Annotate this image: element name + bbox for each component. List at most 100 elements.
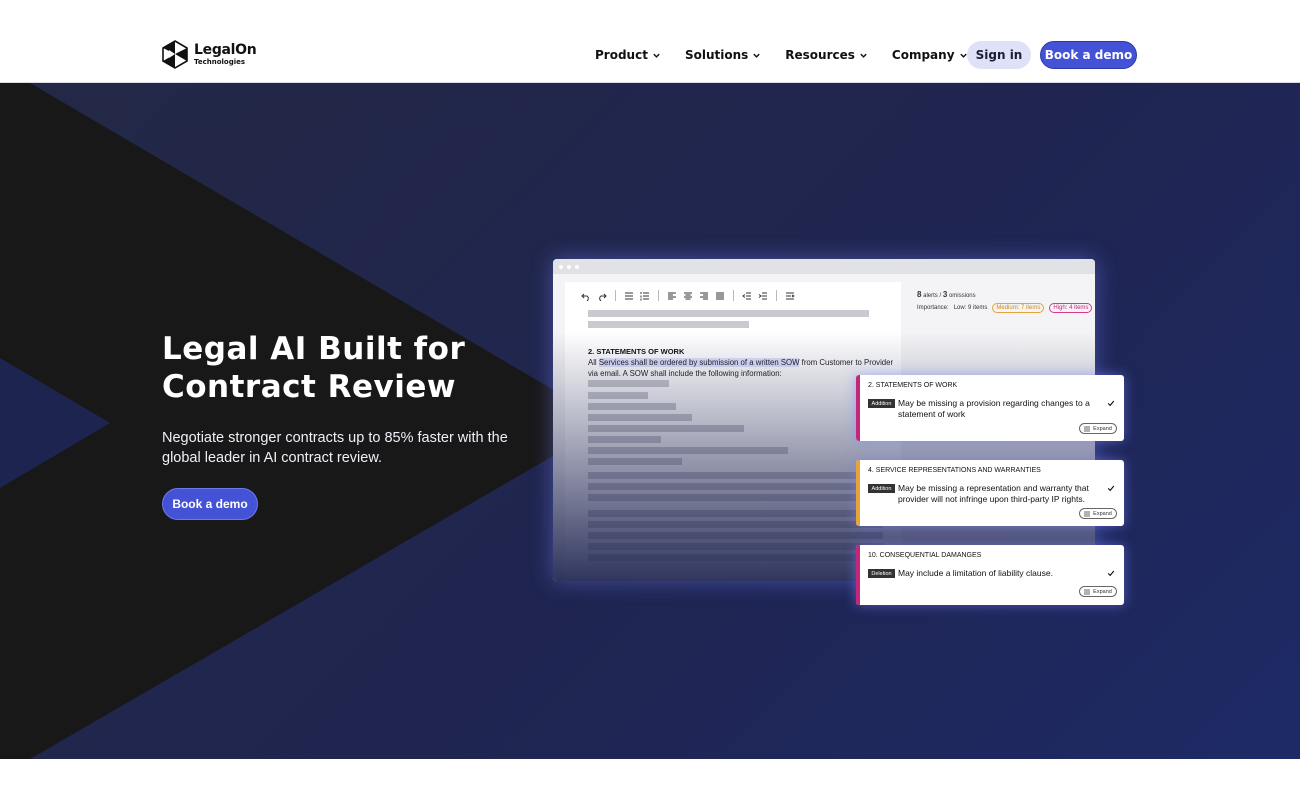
placeholder-text-line xyxy=(588,532,883,539)
card-message: May be missing a provision regarding cha… xyxy=(898,398,1090,419)
nav-item-product[interactable]: Product xyxy=(595,48,661,62)
align-justify-icon xyxy=(716,292,724,299)
undo-icon xyxy=(581,293,589,301)
alerts-label: alerts / xyxy=(923,293,942,299)
hero-subtitle: Negotiate stronger contracts up to 85% f… xyxy=(162,430,508,466)
document-pane: 2. STATEMENTS OF WORK All Services shall… xyxy=(565,282,901,581)
expand-button[interactable]: Expand xyxy=(1079,586,1117,597)
card-heading: 10. Consequential Damanges xyxy=(868,552,982,559)
nav-item-label: Company xyxy=(891,48,955,62)
toolbar-separator xyxy=(733,290,734,301)
chevron-down-icon xyxy=(753,53,760,58)
card-tag: Addition xyxy=(868,399,895,408)
placeholder-text-line xyxy=(588,414,692,421)
toolbar-separator xyxy=(658,290,659,301)
importance-high-pill[interactable]: High: 4 items xyxy=(1049,303,1093,313)
placeholder-text-line xyxy=(588,321,749,328)
window-titlebar xyxy=(553,259,1095,274)
omissions-label: omissions xyxy=(948,293,976,299)
nav-item-label: Solutions xyxy=(684,48,749,62)
doc-text: All xyxy=(588,358,599,367)
expand-icon xyxy=(1084,589,1091,594)
issue-card[interactable]: 10. Consequential Damanges Deletion May … xyxy=(856,545,1124,605)
bullet-list-icon xyxy=(625,292,633,299)
placeholder-text-line xyxy=(588,510,883,517)
redo-icon xyxy=(599,293,607,301)
document-heading: 2. STATEMENTS OF WORK xyxy=(588,347,685,356)
hero-section: Legal AI Built for Contract Review Negot… xyxy=(0,83,1300,759)
placeholder-text-line xyxy=(588,392,648,399)
card-heading: 2. Statements of Work xyxy=(868,382,958,389)
card-tag: Addition xyxy=(868,484,895,493)
placeholder-text-line xyxy=(588,436,661,443)
placeholder-text-line xyxy=(588,472,883,479)
book-demo-header-button[interactable]: Book a demo xyxy=(1040,41,1137,69)
card-message: May be missing a representation and warr… xyxy=(898,483,1089,504)
issue-card[interactable]: 2. Statements of Work Addition May be mi… xyxy=(856,375,1124,441)
align-center-icon xyxy=(684,292,692,299)
check-icon[interactable] xyxy=(1107,399,1115,407)
placeholder-text-line xyxy=(588,554,883,561)
chevron-down-icon xyxy=(653,53,660,58)
card-importance-stripe xyxy=(856,545,860,605)
placeholder-text-line xyxy=(588,380,669,387)
expand-icon xyxy=(1084,426,1091,431)
placeholder-text-line xyxy=(588,521,883,528)
nav-item-label: Resources xyxy=(785,48,855,62)
check-icon[interactable] xyxy=(1107,484,1115,492)
placeholder-text-line xyxy=(588,494,883,501)
card-tag: Deletion xyxy=(868,569,895,578)
check-icon[interactable] xyxy=(1107,569,1115,577)
nav-item-label: Product xyxy=(595,48,648,62)
highlighted-clause[interactable]: Services shall be ordered by submission … xyxy=(598,358,800,367)
site-header: LegalOn Technologies Product Solutions R… xyxy=(0,0,1300,83)
align-left-icon xyxy=(668,292,676,299)
indent-icon xyxy=(758,292,767,299)
brand-logo[interactable]: LegalOn Technologies xyxy=(162,40,257,69)
expand-label: Expand xyxy=(1093,510,1112,517)
expand-button[interactable]: Expand xyxy=(1079,508,1117,519)
placeholder-text-line xyxy=(588,403,676,410)
alerts-summary: 8 alerts / 3 omissions xyxy=(917,290,976,299)
card-importance-stripe xyxy=(856,375,860,441)
outdent-icon xyxy=(742,292,751,299)
placeholder-text-line xyxy=(588,543,883,550)
card-importance-stripe xyxy=(856,460,860,526)
document-paragraph: All Services shall be ordered by submiss… xyxy=(588,357,898,379)
importance-low[interactable]: Low: 9 items xyxy=(954,305,988,311)
editor-toolbar xyxy=(581,290,795,301)
issue-card[interactable]: 4. Service Representations and Warrantie… xyxy=(856,460,1124,526)
expand-button[interactable]: Expand xyxy=(1079,423,1117,434)
toolbar-separator xyxy=(615,290,616,301)
placeholder-text-line xyxy=(588,425,744,432)
nav-item-resources[interactable]: Resources xyxy=(785,48,868,62)
window-dot xyxy=(559,264,563,269)
placeholder-text-line xyxy=(588,310,869,317)
hero-title: Legal AI Built for Contract Review xyxy=(162,331,466,405)
sign-in-button[interactable]: Sign in xyxy=(967,41,1031,69)
placeholder-text-line xyxy=(588,483,883,490)
align-right-icon xyxy=(700,292,708,299)
card-heading: 4. Service Representations and Warrantie… xyxy=(868,467,1041,474)
main-nav: Product Solutions Resources Company xyxy=(595,41,992,69)
brand-sub: Technologies xyxy=(194,58,246,66)
chevron-down-icon xyxy=(860,53,867,58)
card-message: May include a limitation of liability cl… xyxy=(898,568,1053,578)
placeholder-text-line xyxy=(588,458,682,465)
book-demo-hero-button[interactable]: Book a demo xyxy=(162,488,258,520)
importance-medium-pill[interactable]: Medium: 7 items xyxy=(992,303,1045,313)
expand-label: Expand xyxy=(1093,425,1112,432)
expand-icon xyxy=(1084,511,1091,516)
numbered-list-icon xyxy=(640,291,649,300)
brand-name: LegalOn xyxy=(194,42,257,58)
toolbar-separator xyxy=(776,290,777,301)
nav-item-company[interactable]: Company xyxy=(892,48,968,62)
legalon-logo-icon xyxy=(162,40,188,69)
placeholder-text-line xyxy=(588,447,788,454)
window-dot xyxy=(575,264,579,269)
omissions-count: 3 xyxy=(942,290,948,299)
importance-label: Importance: xyxy=(917,305,949,311)
expand-label: Expand xyxy=(1093,588,1112,595)
nav-item-solutions[interactable]: Solutions xyxy=(685,48,761,62)
importance-filters: Importance: Low: 9 items Medium: 7 items… xyxy=(917,303,1093,313)
